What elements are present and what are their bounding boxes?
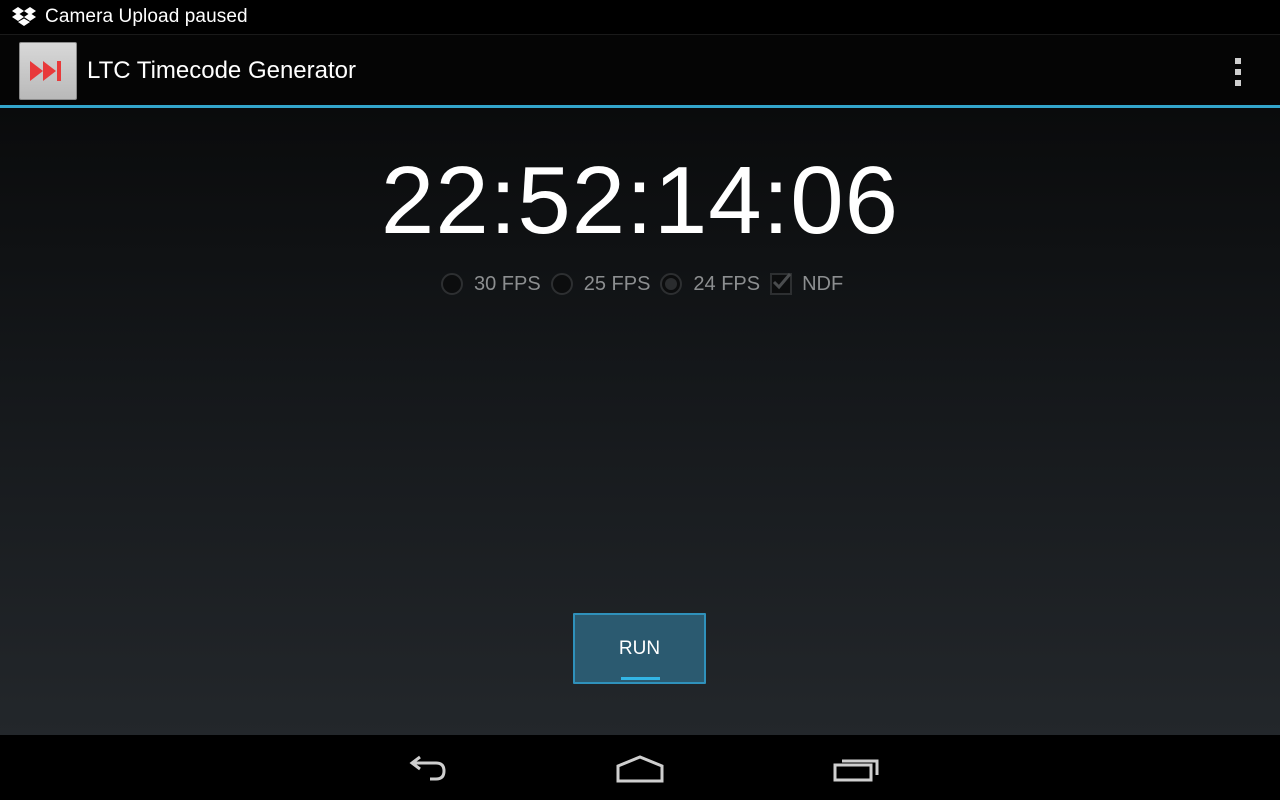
app-title: LTC Timecode Generator [87,57,357,84]
screen: Camera Upload paused LTC Timecode Genera… [0,0,1280,800]
fast-forward-icon[interactable] [19,42,77,100]
radio-button[interactable] [550,273,573,295]
ndf-label: NDF [802,272,844,295]
fps-25-option[interactable]: 25 FPS [550,272,651,296]
back-icon[interactable] [394,749,454,789]
fps-30-option[interactable]: 30 FPS [441,273,541,296]
action-bar: LTC Timecode Generator [0,34,1280,108]
dropbox-icon [12,5,36,29]
run-button-focus-indicator [621,677,660,680]
radio-button[interactable] [441,273,463,295]
notification-text: Camera Upload paused [45,6,248,27]
fps-25-label: 25 FPS [583,272,651,295]
ndf-option[interactable]: NDF [770,273,843,296]
home-icon[interactable] [610,749,670,789]
timecode-display: 22:52:14:06 [380,147,900,254]
fps-24-label: 24 FPS [693,272,761,295]
fps-24-option[interactable]: 24 FPS [660,273,760,296]
run-button-label: RUN [618,637,661,659]
ndf-checkbox[interactable] [770,273,793,295]
overflow-menu-icon[interactable] [1227,55,1249,89]
run-button[interactable]: RUN [573,613,706,684]
frame-rate-options: 30 FPS 25 FPS 24 FPS NDF [441,270,853,298]
checkmark-icon [773,273,792,290]
fps-30-label: 30 FPS [474,272,541,295]
navigation-bar [0,735,1280,800]
radio-button-selected[interactable] [660,273,683,295]
status-bar: Camera Upload paused [0,0,1280,34]
main-content: 22:52:14:06 30 FPS 25 FPS 24 FPS NDF RUN [0,108,1280,735]
recent-apps-icon[interactable] [827,749,887,789]
